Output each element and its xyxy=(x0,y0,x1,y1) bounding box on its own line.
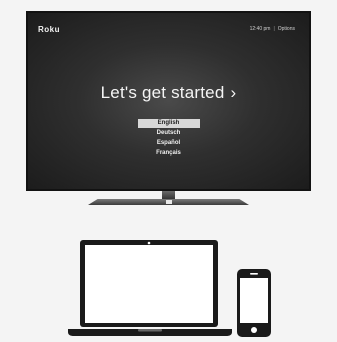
tv-stand-foot xyxy=(166,200,172,204)
smartphone-icon xyxy=(237,269,271,337)
setup-title-text: Let's get started xyxy=(100,83,225,102)
tv-screen: Roku 12:40 pm | Options Let's get started ›… xyxy=(26,11,311,191)
options-button[interactable]: Options xyxy=(278,26,295,32)
language-list: English Deutsch Español Français xyxy=(28,119,309,159)
tv-stand-neck xyxy=(162,191,175,200)
chevron-right-icon: › xyxy=(230,83,237,102)
status-bar: 12:40 pm | Options xyxy=(250,26,295,32)
clock-time: 12:40 pm xyxy=(249,26,271,32)
status-separator: | xyxy=(273,26,275,32)
laptop-icon xyxy=(68,240,232,336)
roku-logo: Roku xyxy=(38,25,60,34)
language-option-deutsch[interactable]: Deutsch xyxy=(138,129,200,138)
language-option-espanol[interactable]: Español xyxy=(138,139,200,148)
language-option-english[interactable]: English xyxy=(137,119,200,128)
language-option-francais[interactable]: Français xyxy=(138,149,200,158)
setup-title: Let's get started › xyxy=(28,83,309,103)
